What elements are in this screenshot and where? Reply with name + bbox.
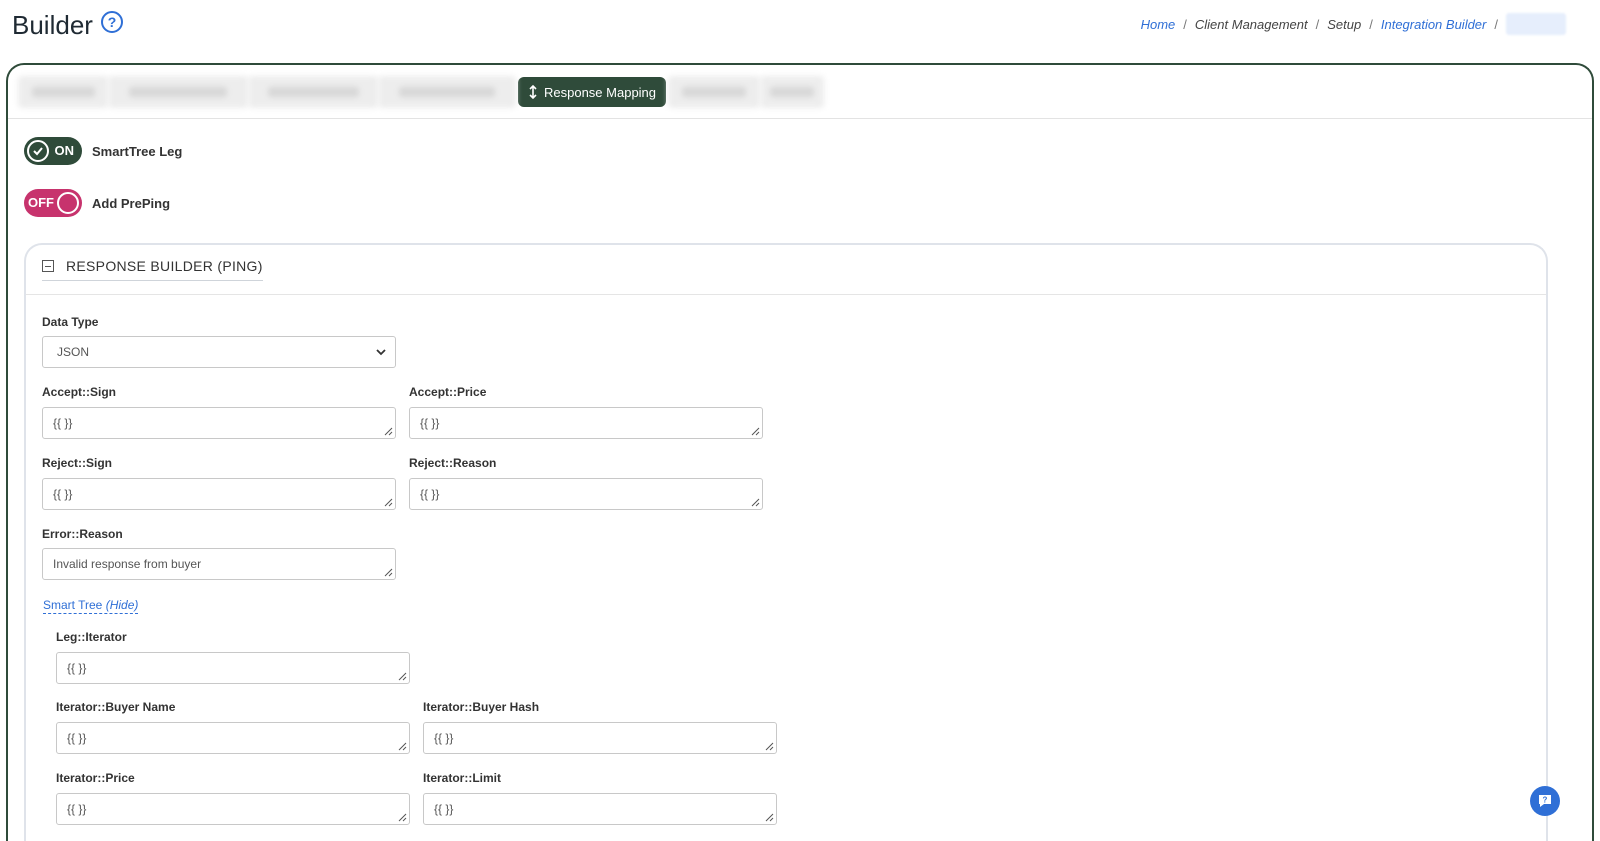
tab-redacted[interactable] xyxy=(668,76,761,108)
toggle-knob xyxy=(57,192,79,214)
svg-text:?: ? xyxy=(108,14,117,30)
smarttree-toggle-row: ON SmartTree Leg xyxy=(24,137,182,165)
collapse-minus-icon xyxy=(42,259,54,272)
iterator-buyer-hash-label: Iterator::Buyer Hash xyxy=(423,700,540,714)
breadcrumb: Home / Client Management / Setup / Integ… xyxy=(1141,13,1566,35)
error-reason-value: Invalid response from buyer xyxy=(53,557,202,571)
accept-sign-value: {{ }} xyxy=(53,416,73,430)
resize-handle-icon[interactable] xyxy=(384,427,393,436)
support-chat-button[interactable]: ? xyxy=(1530,786,1560,816)
leg-iterator-value: {{ }} xyxy=(67,661,87,675)
breadcrumb-client-management: Client Management xyxy=(1194,16,1308,32)
breadcrumb-separator: / xyxy=(1494,16,1498,32)
iterator-limit-value: {{ }} xyxy=(434,802,454,816)
resize-handle-icon[interactable] xyxy=(765,813,774,822)
error-reason-label: Error::Reason xyxy=(42,527,123,541)
reject-sign-label: Reject::Sign xyxy=(42,456,113,470)
breadcrumb-home[interactable]: Home xyxy=(1141,17,1176,32)
preping-toggle-row: OFF Add PrePing xyxy=(24,189,170,217)
resize-handle-icon[interactable] xyxy=(384,568,393,577)
toggle-state-label: ON xyxy=(54,143,75,158)
breadcrumb-setup: Setup xyxy=(1327,16,1362,32)
add-preping-label: Add PrePing xyxy=(92,195,171,211)
svg-text:?: ? xyxy=(1543,796,1548,805)
response-builder-collapse-toggle[interactable]: RESPONSE BUILDER (PING) xyxy=(42,255,263,281)
response-builder-panel: RESPONSE BUILDER (PING) Data Type JSON A… xyxy=(24,243,1548,841)
breadcrumb-separator: / xyxy=(1183,16,1187,32)
tab-divider xyxy=(8,118,1592,119)
chat-bubble-icon: ? xyxy=(1539,795,1551,807)
iterator-buyer-hash-field[interactable]: {{ }} xyxy=(423,722,777,754)
iterator-buyer-name-label: Iterator::Buyer Name xyxy=(56,700,176,714)
leg-iterator-field[interactable]: {{ }} xyxy=(56,652,410,684)
resize-handle-icon[interactable] xyxy=(765,742,774,751)
resize-handle-icon[interactable] xyxy=(398,672,407,681)
breadcrumb-separator: / xyxy=(1315,16,1320,32)
data-type-label: Data Type xyxy=(42,315,99,329)
page-title: Builder xyxy=(12,10,93,40)
iterator-buyer-name-value: {{ }} xyxy=(67,731,87,745)
accept-price-field[interactable]: {{ }} xyxy=(409,407,763,439)
breadcrumb-integration-builder[interactable]: Integration Builder xyxy=(1381,17,1487,32)
tab-response-mapping-label: Response Mapping xyxy=(544,84,657,100)
toggle-state-label: OFF xyxy=(28,195,54,210)
data-type-select[interactable]: JSON xyxy=(42,336,396,368)
iterator-buyer-hash-value: {{ }} xyxy=(434,731,454,745)
reject-reason-field[interactable]: {{ }} xyxy=(409,478,763,510)
smart-tree-toggle-link[interactable]: Smart Tree (Hide) xyxy=(43,598,139,614)
resize-handle-icon[interactable] xyxy=(398,813,407,822)
question-circle-icon[interactable]: ? xyxy=(100,10,124,34)
iterator-limit-label: Iterator::Limit xyxy=(423,771,501,785)
tab-redacted[interactable] xyxy=(108,76,248,108)
reject-reason-label: Reject::Reason xyxy=(409,456,497,470)
tab-redacted[interactable] xyxy=(18,76,108,108)
accept-price-value: {{ }} xyxy=(420,416,440,430)
iterator-price-value: {{ }} xyxy=(67,802,87,816)
accept-price-label: Accept::Price xyxy=(409,385,487,399)
tab-redacted[interactable] xyxy=(760,76,825,108)
reject-sign-field[interactable]: {{ }} xyxy=(42,478,396,510)
iterator-price-field[interactable]: {{ }} xyxy=(56,793,410,825)
reject-reason-value: {{ }} xyxy=(420,487,440,501)
iterator-limit-field[interactable]: {{ }} xyxy=(423,793,777,825)
breadcrumb-separator: / xyxy=(1369,16,1373,32)
integration-card: Response Mapping ON SmartTree Leg OFF Ad… xyxy=(6,63,1594,841)
chevron-down-icon xyxy=(376,349,386,356)
accept-sign-field[interactable]: {{ }} xyxy=(42,407,396,439)
reject-sign-value: {{ }} xyxy=(53,487,73,501)
resize-handle-icon[interactable] xyxy=(751,427,760,436)
up-down-arrow-icon xyxy=(529,85,537,99)
response-builder-title: RESPONSE BUILDER (PING) xyxy=(66,257,263,274)
smarttree-leg-toggle[interactable]: ON xyxy=(24,137,82,165)
resize-handle-icon[interactable] xyxy=(384,498,393,507)
accept-sign-label: Accept::Sign xyxy=(42,385,117,399)
data-type-value: JSON xyxy=(57,345,90,359)
page-header: Builder ? Home / Client Management / Set… xyxy=(0,0,1600,58)
leg-iterator-label: Leg::Iterator xyxy=(56,630,127,644)
iterator-price-label: Iterator::Price xyxy=(56,771,135,785)
tab-redacted[interactable] xyxy=(378,76,516,108)
smart-tree-link-text: Smart Tree xyxy=(43,598,103,612)
breadcrumb-redacted-item xyxy=(1506,13,1566,35)
smart-tree-hide-text: (Hide) xyxy=(105,598,139,612)
tab-redacted[interactable] xyxy=(248,76,378,108)
resize-handle-icon[interactable] xyxy=(751,498,760,507)
resize-handle-icon[interactable] xyxy=(398,742,407,751)
tab-response-mapping[interactable]: Response Mapping xyxy=(518,77,667,107)
error-reason-field[interactable]: Invalid response from buyer xyxy=(42,548,396,580)
tab-bar: Response Mapping xyxy=(18,75,825,109)
response-builder-header: RESPONSE BUILDER (PING) xyxy=(26,245,1546,295)
smarttree-leg-label: SmartTree Leg xyxy=(92,143,183,159)
check-icon xyxy=(27,140,49,162)
add-preping-toggle[interactable]: OFF xyxy=(24,189,82,217)
iterator-buyer-name-field[interactable]: {{ }} xyxy=(56,722,410,754)
